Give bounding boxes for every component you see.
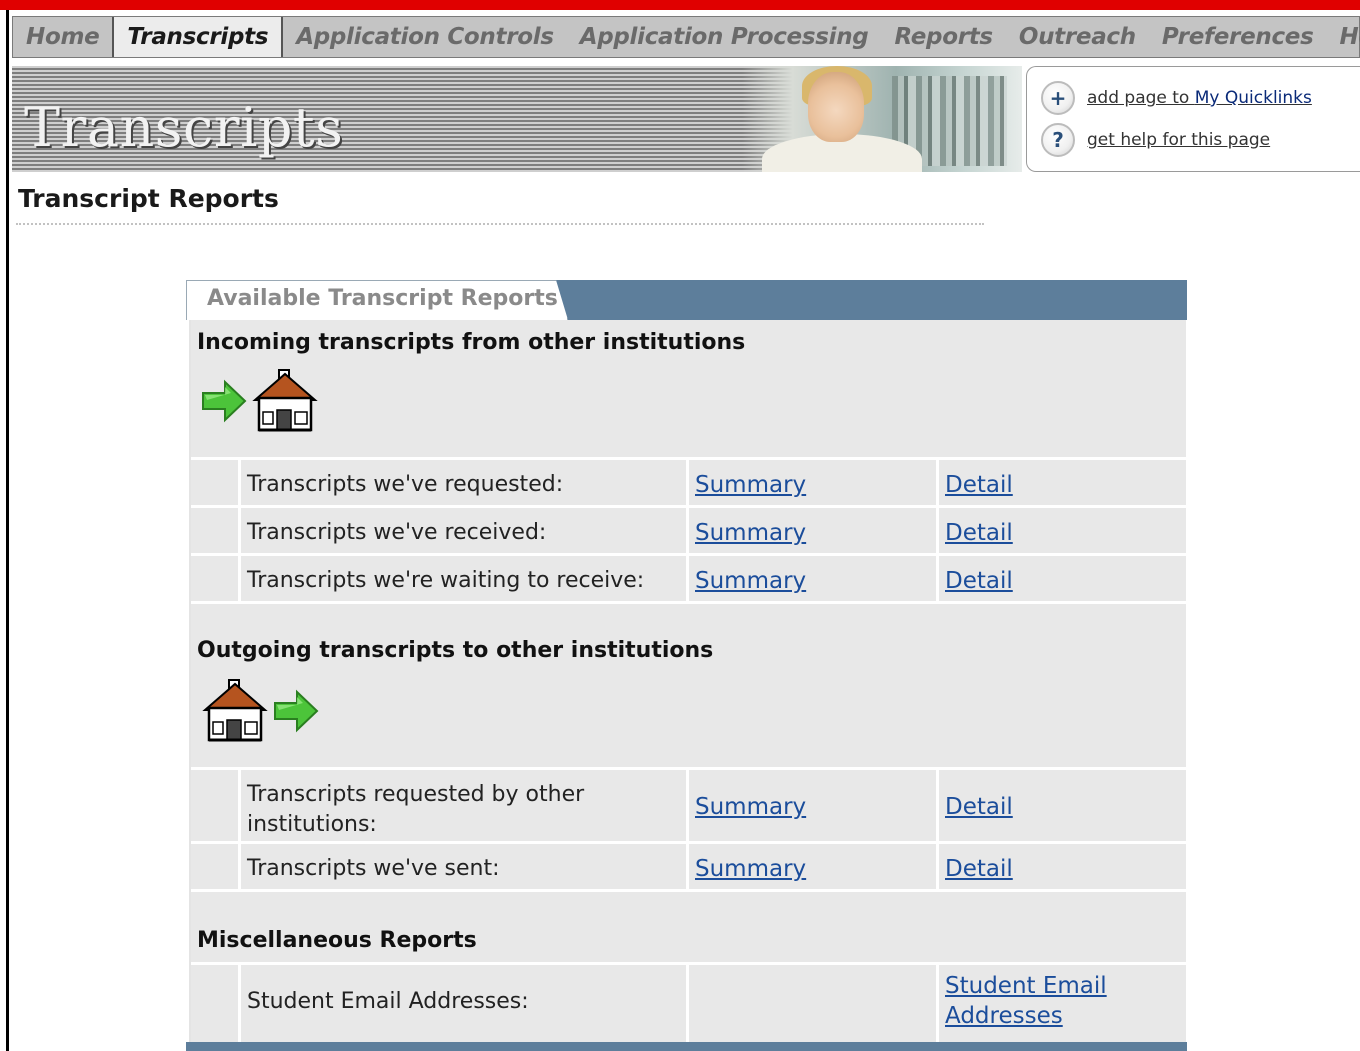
row-label: Transcripts requested by other instituti… — [241, 770, 689, 841]
banner-title: Transcripts — [24, 96, 344, 159]
row-spacer — [191, 508, 241, 553]
nav-tab-application-controls[interactable]: Application Controls — [283, 17, 566, 57]
nav-tab-transcripts[interactable]: Transcripts — [112, 17, 284, 57]
panel-tab-available-reports: Available Transcript Reports — [186, 280, 568, 320]
page-title: Transcript Reports — [18, 184, 279, 213]
table-row: Transcripts we're waiting to receive: Su… — [191, 556, 1186, 604]
panel-header: Available Transcript Reports — [186, 280, 1187, 320]
link-cell: Student Email Addresses — [939, 965, 1186, 1043]
outgoing-icons — [201, 678, 319, 744]
green-arrow-icon — [274, 689, 319, 733]
empty-cell — [689, 965, 939, 1043]
nav-tab-application-processing[interactable]: Application Processing — [567, 17, 882, 57]
page-help-link[interactable]: get help for this page — [1087, 130, 1270, 150]
add-to-quicklinks-link[interactable]: add page to My Quicklinks — [1087, 88, 1312, 108]
summary-link[interactable]: Summary — [695, 566, 806, 596]
page-banner: Transcripts — [12, 66, 1022, 172]
summary-link[interactable]: Summary — [695, 792, 806, 822]
table-row: Transcripts requested by other instituti… — [191, 770, 1186, 844]
section-incoming: Incoming transcripts from other institut… — [191, 320, 1186, 460]
student-email-addresses-link[interactable]: Student Email Addresses — [945, 971, 1145, 1031]
section-title: Miscellaneous Reports — [197, 928, 477, 953]
row-spacer — [191, 965, 241, 1043]
left-frame-border — [6, 10, 9, 1051]
nav-tab-home[interactable]: Home — [13, 17, 112, 57]
row-spacer — [191, 556, 241, 601]
summary-link[interactable]: Summary — [695, 470, 806, 500]
panel-footer-bar — [186, 1042, 1187, 1051]
table-row: Transcripts we've received: Summary Deta… — [191, 508, 1186, 556]
table-row: Student Email Addresses: Student Email A… — [191, 965, 1186, 1043]
section-misc: Miscellaneous Reports — [191, 892, 1186, 965]
section-outgoing: Outgoing transcripts to other institutio… — [191, 604, 1186, 770]
detail-cell: Detail — [939, 460, 1186, 505]
section-title: Incoming transcripts from other institut… — [197, 330, 746, 355]
row-label: Student Email Addresses: — [241, 965, 689, 1043]
row-spacer — [191, 844, 241, 889]
row-label: Transcripts we've requested: — [241, 460, 689, 505]
detail-cell: Detail — [939, 844, 1186, 889]
row-spacer — [191, 460, 241, 505]
nav-tab-help[interactable]: Help — [1326, 17, 1360, 57]
plus-icon[interactable]: + — [1041, 81, 1075, 115]
main-nav: Home Transcripts Application Controls Ap… — [12, 16, 1360, 58]
title-divider — [16, 223, 984, 225]
schoolhouse-icon — [202, 679, 268, 742]
row-spacer — [191, 770, 241, 841]
schoolhouse-icon — [252, 369, 318, 432]
green-arrow-icon — [202, 379, 247, 423]
detail-cell: Detail — [939, 556, 1186, 601]
quicklink-help-row: ? get help for this page — [1041, 123, 1270, 157]
incoming-icons — [201, 368, 319, 434]
banner-photo-face — [808, 72, 864, 142]
summary-cell: Summary — [689, 770, 939, 841]
help-question-icon[interactable]: ? — [1041, 123, 1075, 157]
quicklink-add-row: + add page to My Quicklinks — [1041, 81, 1312, 115]
row-label: Transcripts we've received: — [241, 508, 689, 553]
summary-cell: Summary — [689, 460, 939, 505]
detail-link[interactable]: Detail — [945, 792, 1013, 822]
summary-cell: Summary — [689, 508, 939, 553]
table-row: Transcripts we've sent: Summary Detail — [191, 844, 1186, 892]
nav-tab-preferences[interactable]: Preferences — [1149, 17, 1327, 57]
summary-link[interactable]: Summary — [695, 854, 806, 884]
nav-tab-outreach[interactable]: Outreach — [1006, 17, 1149, 57]
detail-link[interactable]: Detail — [945, 854, 1013, 884]
detail-link[interactable]: Detail — [945, 470, 1013, 500]
section-title: Outgoing transcripts to other institutio… — [197, 638, 714, 663]
detail-link[interactable]: Detail — [945, 566, 1013, 596]
summary-cell: Summary — [689, 844, 939, 889]
top-accent-bar — [0, 0, 1360, 10]
detail-cell: Detail — [939, 770, 1186, 841]
panel-body: Incoming transcripts from other institut… — [186, 320, 1187, 1043]
summary-cell: Summary — [689, 556, 939, 601]
row-label: Transcripts we're waiting to receive: — [241, 556, 689, 601]
detail-link[interactable]: Detail — [945, 518, 1013, 548]
reports-panel: Available Transcript Reports Incoming tr… — [186, 280, 1187, 1051]
table-row: Transcripts we've requested: Summary Det… — [191, 460, 1186, 508]
nav-tab-reports[interactable]: Reports — [881, 17, 1005, 57]
detail-cell: Detail — [939, 508, 1186, 553]
summary-link[interactable]: Summary — [695, 518, 806, 548]
row-label: Transcripts we've sent: — [241, 844, 689, 889]
quicklinks-panel: + add page to My Quicklinks ? get help f… — [1026, 66, 1360, 172]
banner-photo — [742, 66, 1022, 172]
